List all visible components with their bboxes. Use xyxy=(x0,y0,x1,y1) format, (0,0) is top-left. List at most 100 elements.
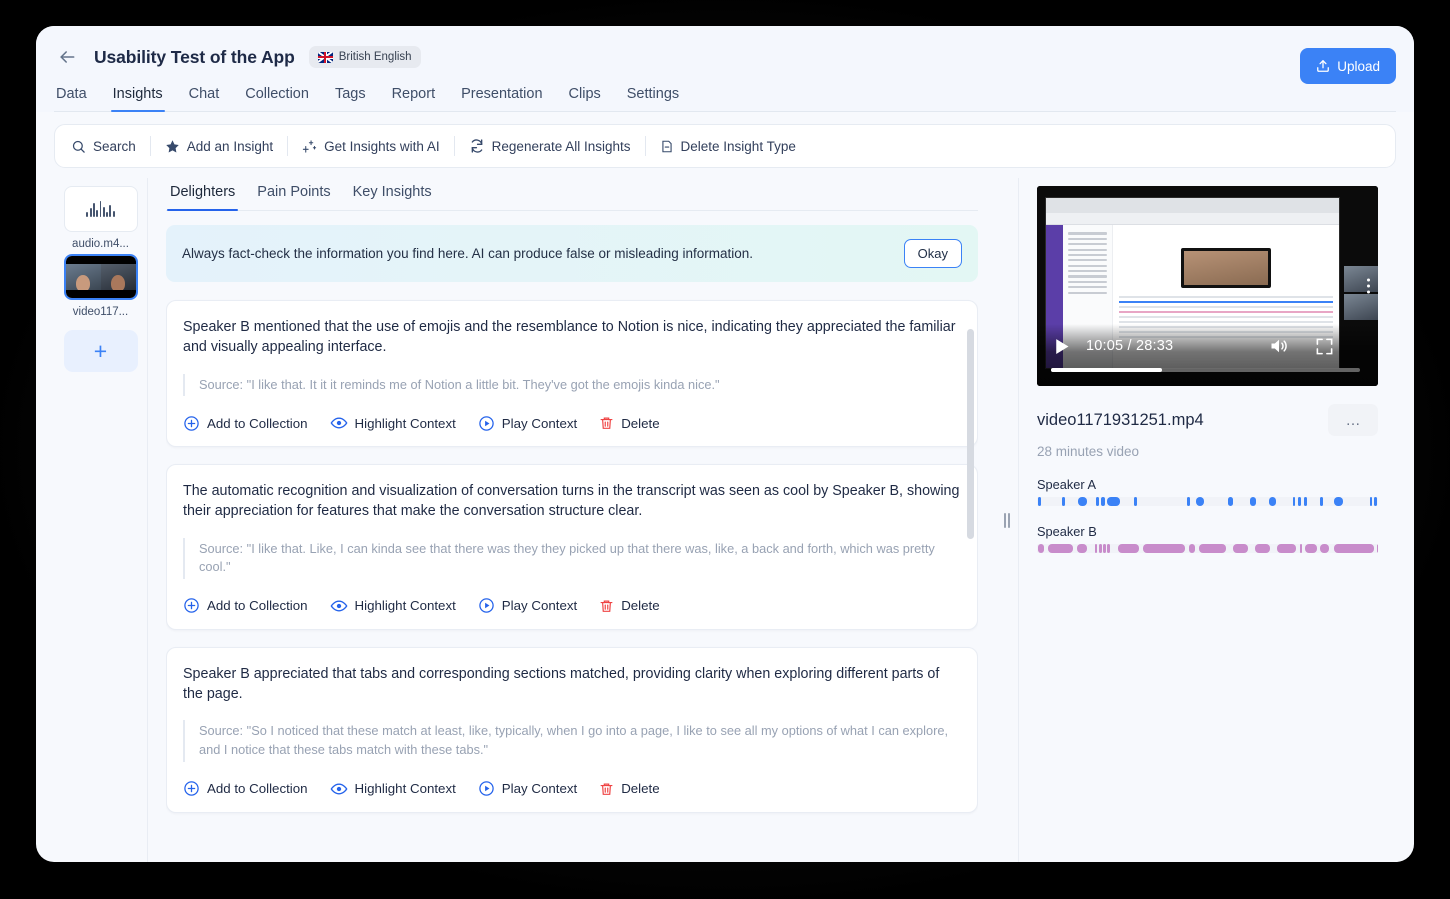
tab-presentation[interactable]: Presentation xyxy=(461,86,542,111)
search-button[interactable]: Search xyxy=(69,139,150,154)
delete-insight-label: Delete xyxy=(621,416,659,431)
file-rail: audio.m4... video117... + xyxy=(54,178,148,862)
speaker-segment xyxy=(1320,497,1323,506)
tab-settings[interactable]: Settings xyxy=(627,86,679,111)
regenerate-insights-button[interactable]: Regenerate All Insights xyxy=(455,138,645,154)
insight-source-quote: Source: "So I noticed that these match a… xyxy=(183,720,961,761)
speaker-a-block: Speaker A xyxy=(1037,477,1378,506)
delete-insight-type-button[interactable]: Delete Insight Type xyxy=(646,139,810,154)
play-context-button[interactable]: Play Context xyxy=(478,597,577,614)
arrow-left-icon[interactable] xyxy=(54,44,80,70)
dismiss-disclaimer-button[interactable]: Okay xyxy=(904,239,962,268)
delete-insight-button[interactable]: Delete xyxy=(599,781,659,797)
delete-insight-label: Delete xyxy=(621,598,659,613)
play-icon[interactable] xyxy=(1051,336,1072,357)
search-icon xyxy=(71,139,86,154)
speaker-segment xyxy=(1101,497,1104,506)
panel-resize-handle[interactable] xyxy=(996,178,1018,862)
tab-tags[interactable]: Tags xyxy=(335,86,366,111)
file-minus-icon xyxy=(660,139,674,154)
player-progress-bar[interactable] xyxy=(1051,368,1360,372)
insight-text: Speaker B mentioned that the use of emoj… xyxy=(183,317,961,358)
add-to-collection-label: Add to Collection xyxy=(207,781,308,796)
participant-cameras xyxy=(1344,266,1378,322)
get-insights-ai-button[interactable]: Get Insights with AI xyxy=(288,139,454,154)
delete-insight-button[interactable]: Delete xyxy=(599,598,659,614)
highlight-context-label: Highlight Context xyxy=(355,598,456,613)
delete-insight-type-label: Delete Insight Type xyxy=(681,139,796,154)
eye-icon xyxy=(330,414,348,432)
video-thumbnail-image xyxy=(66,256,136,298)
get-insights-ai-label: Get Insights with AI xyxy=(324,139,440,154)
speaker-segment xyxy=(1196,497,1204,506)
play-circle-icon xyxy=(478,415,495,432)
insights-scroll-area[interactable]: Always fact-check the information you fi… xyxy=(166,211,978,862)
tab-clips[interactable]: Clips xyxy=(569,86,601,111)
upload-button-label: Upload xyxy=(1337,59,1380,74)
regenerate-insights-label: Regenerate All Insights xyxy=(492,139,631,154)
speaker-segment xyxy=(1305,544,1317,553)
speaker-segment xyxy=(1134,497,1137,506)
speaker-segment xyxy=(1103,544,1105,553)
speaker-segment xyxy=(1118,544,1138,553)
insights-scrollbar[interactable] xyxy=(967,329,974,539)
sub-tab-key-insights[interactable]: Key Insights xyxy=(353,184,432,210)
tab-chat[interactable]: Chat xyxy=(189,86,220,111)
delete-insight-button[interactable]: Delete xyxy=(599,415,659,431)
tab-report[interactable]: Report xyxy=(392,86,436,111)
plus-icon: + xyxy=(94,340,107,363)
tab-data[interactable]: Data xyxy=(56,86,87,111)
add-to-collection-button[interactable]: Add to Collection xyxy=(183,597,308,614)
speaker-segment xyxy=(1277,544,1296,553)
star-icon xyxy=(165,139,180,154)
plus-circle-icon xyxy=(183,415,200,432)
video-player[interactable]: 10:05 / 28:33 xyxy=(1037,186,1378,386)
player-progress-fill xyxy=(1051,368,1162,372)
language-chip[interactable]: British English xyxy=(309,46,421,68)
speaker-segment xyxy=(1293,497,1295,506)
tab-collection[interactable]: Collection xyxy=(245,86,309,111)
file-item-audio[interactable]: audio.m4... xyxy=(64,186,138,250)
speaker-a-timeline[interactable] xyxy=(1037,497,1378,506)
app-header: Usability Test of the App British Englis… xyxy=(36,26,1414,112)
add-insight-button[interactable]: Add an Insight xyxy=(151,139,287,154)
delete-insight-label: Delete xyxy=(621,781,659,796)
play-context-label: Play Context xyxy=(502,781,577,796)
play-context-label: Play Context xyxy=(502,598,577,613)
speaker-b-label: Speaker B xyxy=(1037,524,1378,539)
speaker-segment xyxy=(1298,497,1300,506)
add-file-button[interactable]: + xyxy=(64,330,138,372)
highlight-context-button[interactable]: Highlight Context xyxy=(330,780,456,798)
kebab-menu-icon[interactable] xyxy=(1367,279,1370,294)
speaker-segment xyxy=(1320,544,1329,553)
add-to-collection-button[interactable]: Add to Collection xyxy=(183,780,308,797)
fullscreen-icon[interactable] xyxy=(1315,337,1334,356)
play-context-button[interactable]: Play Context xyxy=(478,415,577,432)
speaker-b-timeline[interactable] xyxy=(1037,544,1378,553)
media-more-button[interactable]: … xyxy=(1328,404,1378,436)
search-button-label: Search xyxy=(93,139,136,154)
tab-insights[interactable]: Insights xyxy=(113,86,163,111)
play-context-button[interactable]: Play Context xyxy=(478,780,577,797)
file-item-video[interactable]: video117... xyxy=(64,254,138,318)
trash-icon xyxy=(599,415,614,431)
toolbar-wrapper: Search Add an Insight Get xyxy=(36,112,1414,168)
upload-button[interactable]: Upload xyxy=(1300,48,1396,84)
speaker-segment xyxy=(1078,497,1087,506)
volume-icon[interactable] xyxy=(1269,336,1289,356)
highlight-context-button[interactable]: Highlight Context xyxy=(330,414,456,432)
screen-root: Usability Test of the App British Englis… xyxy=(0,0,1450,899)
player-controls: 10:05 / 28:33 xyxy=(1037,324,1378,386)
eye-icon xyxy=(330,780,348,798)
speaker-segment xyxy=(1304,497,1307,506)
speaker-segment xyxy=(1334,544,1374,553)
sub-tab-delighters[interactable]: Delighters xyxy=(170,184,235,210)
main-tab-bar: Data Insights Chat Collection Tags Repor… xyxy=(54,86,1396,112)
sub-tab-pain-points[interactable]: Pain Points xyxy=(257,184,330,210)
speaker-a-label: Speaker A xyxy=(1037,477,1378,492)
app-body: audio.m4... video117... + xyxy=(36,168,1414,862)
speaker-segment xyxy=(1062,497,1065,506)
insight-card: The automatic recognition and visualizat… xyxy=(166,464,978,630)
highlight-context-button[interactable]: Highlight Context xyxy=(330,597,456,615)
add-to-collection-button[interactable]: Add to Collection xyxy=(183,415,308,432)
